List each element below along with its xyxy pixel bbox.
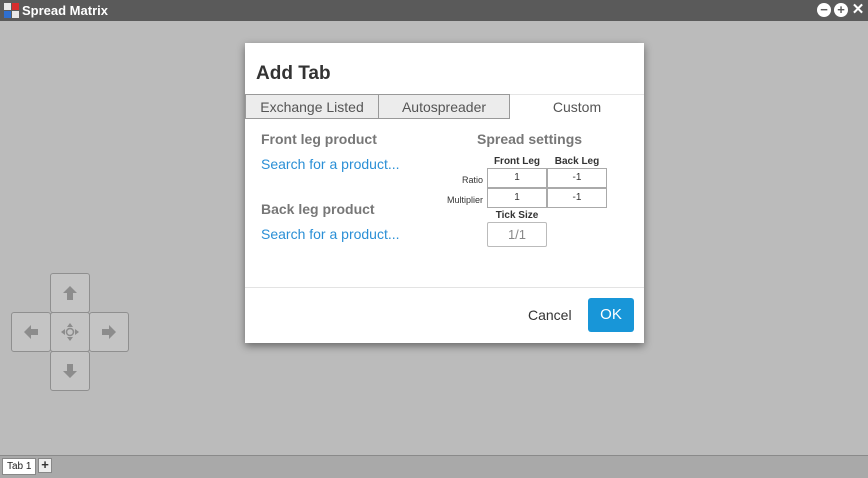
back-leg-heading: Back leg product bbox=[261, 201, 375, 217]
window-controls: − + ✕ bbox=[817, 2, 865, 17]
ratio-front-input[interactable]: 1 bbox=[487, 168, 547, 188]
multiplier-back-input[interactable]: -1 bbox=[547, 188, 607, 208]
title-bar: Spread Matrix − + ✕ bbox=[0, 0, 868, 21]
dialog-tabs: Exchange Listed Autospreader Custom bbox=[245, 94, 644, 119]
minimize-icon[interactable]: − bbox=[817, 3, 831, 17]
spread-settings-heading: Spread settings bbox=[477, 131, 583, 147]
workspace: Add Tab Exchange Listed Autospreader Cus… bbox=[0, 21, 868, 455]
app-logo-icon bbox=[4, 3, 19, 18]
dialog-title: Add Tab bbox=[256, 63, 331, 84]
tab-exchange-listed[interactable]: Exchange Listed bbox=[245, 94, 379, 119]
arrow-left-icon bbox=[24, 325, 38, 339]
pan-up-button[interactable] bbox=[50, 273, 90, 313]
pan-down-button[interactable] bbox=[50, 351, 90, 391]
tick-size-input[interactable]: 1/1 bbox=[487, 222, 547, 247]
window-title: Spread Matrix bbox=[22, 3, 108, 18]
pan-left-button[interactable] bbox=[11, 312, 51, 352]
add-tab-dialog: Add Tab Exchange Listed Autospreader Cus… bbox=[245, 43, 644, 343]
ok-button[interactable]: OK bbox=[588, 298, 634, 332]
front-leg-heading: Front leg product bbox=[261, 131, 377, 147]
tab-custom[interactable]: Custom bbox=[510, 94, 644, 119]
arrow-up-icon bbox=[63, 286, 77, 300]
arrow-right-icon bbox=[102, 325, 116, 339]
add-tab-button[interactable]: + bbox=[38, 458, 52, 473]
multiplier-front-input[interactable]: 1 bbox=[487, 188, 547, 208]
dialog-divider bbox=[245, 287, 644, 288]
pan-right-button[interactable] bbox=[89, 312, 129, 352]
tick-size-label: Tick Size bbox=[495, 210, 539, 221]
col-head-front-leg: Front Leg bbox=[493, 156, 541, 167]
move-center-icon bbox=[61, 323, 79, 341]
tab-autospreader[interactable]: Autospreader bbox=[379, 94, 510, 119]
pan-center-button[interactable] bbox=[50, 312, 90, 352]
row-label-multiplier: Multiplier bbox=[446, 195, 483, 205]
col-head-back-leg: Back Leg bbox=[554, 156, 600, 167]
bottom-tab-bar: Tab 1 + bbox=[0, 455, 868, 478]
arrow-down-icon bbox=[63, 364, 77, 378]
cancel-button[interactable]: Cancel bbox=[528, 307, 572, 323]
front-leg-search-link[interactable]: Search for a product... bbox=[261, 156, 400, 172]
bottom-tab-1[interactable]: Tab 1 bbox=[2, 458, 37, 475]
back-leg-search-link[interactable]: Search for a product... bbox=[261, 226, 400, 242]
ratio-back-input[interactable]: -1 bbox=[547, 168, 607, 188]
close-icon[interactable]: ✕ bbox=[851, 2, 865, 17]
row-label-ratio: Ratio bbox=[461, 175, 483, 185]
maximize-icon[interactable]: + bbox=[834, 3, 848, 17]
